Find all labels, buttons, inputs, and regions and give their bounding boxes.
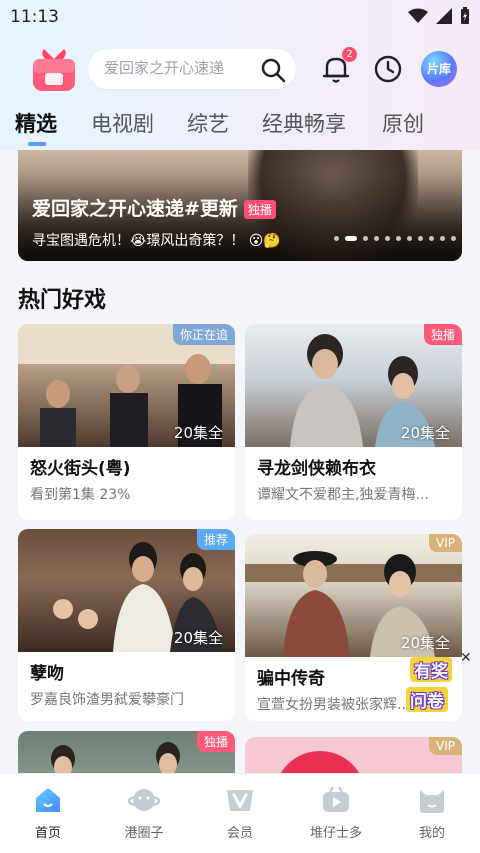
drama-card[interactable]: 推荐 20集全 孽吻 罗嘉良饰渣男弑爱攀豪门 [18, 529, 235, 721]
promo-line-1: 有奖 [410, 657, 452, 682]
drama-thumbnail: 独播 20集全 [245, 324, 462, 447]
drama-thumbnail: 你正在追 20集全 [18, 324, 235, 447]
search-bar[interactable] [88, 49, 296, 89]
drama-title: 孽吻 [30, 664, 64, 684]
nav-hk-circle[interactable]: 港圈子 [104, 784, 184, 841]
card-tag: 你正在追 [172, 324, 235, 345]
notification-badge: 2 [342, 47, 357, 62]
episode-count: 20集全 [173, 424, 223, 442]
episode-count: 20集全 [400, 634, 450, 652]
planet-icon [128, 789, 160, 811]
carousel-dot [429, 236, 434, 241]
battery-icon [461, 7, 469, 24]
banner-title-text: 爱回家之开心速递#更新 [32, 198, 238, 220]
nav-label: 堆仔士多 [309, 826, 362, 841]
carousel-dot [363, 236, 368, 241]
drama-title: 骗中传奇 [257, 669, 325, 689]
search-icon[interactable] [260, 57, 286, 87]
carousel-dot [396, 236, 401, 241]
drama-thumbnail: 推荐 20集全 [18, 529, 235, 652]
tab-variety[interactable]: 综艺 [187, 108, 229, 138]
nav-home[interactable]: 首页 [8, 784, 88, 841]
card-tag: 独播 [196, 731, 235, 752]
carousel-dot [440, 236, 445, 241]
carousel-dot [334, 236, 339, 241]
promo-close-icon[interactable]: ✕ [460, 650, 472, 666]
bottom-navigation: 首页 港圈子 会员 堆仔士多 我的 [0, 773, 480, 853]
drama-card[interactable]: 你正在追 20集全 怒火街头(粤) 看到第1集 23% [18, 324, 235, 520]
drama-card[interactable]: 独播 20集全 寻龙剑侠赖布衣 谭耀文不爱郡主,独爱青梅... [245, 324, 462, 520]
status-time: 11:13 [10, 7, 59, 27]
carousel-dot [385, 236, 390, 241]
drama-subtitle: 看到第1集 23% [30, 487, 131, 503]
carousel-dot [418, 236, 423, 241]
tab-tv-drama[interactable]: 电视剧 [91, 108, 154, 138]
card-tag: 独播 [423, 324, 462, 345]
app-logo-icon[interactable] [31, 47, 77, 93]
drama-title: 怒火街头(粤) [30, 459, 131, 479]
carousel-indicator [334, 236, 456, 241]
banner-subtitle: 寻宝图遇危机！😭璟风出奇策？！ 😮🤔 [32, 233, 281, 249]
library-button[interactable]: 片库 [421, 51, 457, 87]
profile-cat-icon [420, 790, 444, 813]
episode-count: 20集全 [173, 629, 223, 647]
home-icon [36, 788, 60, 812]
episode-count: 20集全 [400, 424, 450, 442]
status-icons [408, 7, 470, 25]
card-tag: VIP [429, 534, 462, 552]
nav-label: 会员 [226, 826, 253, 841]
category-tabs: 精选 电视剧 综艺 经典畅享 原创 [0, 108, 480, 148]
nav-label: 我的 [418, 826, 445, 841]
search-input[interactable] [104, 59, 254, 77]
nav-store[interactable]: 堆仔士多 [296, 784, 376, 841]
drama-thumbnail: VIP 20集全 [245, 534, 462, 657]
tab-original[interactable]: 原创 [382, 108, 424, 138]
tab-classics[interactable]: 经典畅享 [262, 108, 346, 138]
tab-featured[interactable]: 精选 [15, 108, 57, 138]
nav-label: 港圈子 [124, 826, 164, 841]
drama-title: 寻龙剑侠赖布衣 [257, 459, 376, 479]
card-tag: VIP [429, 737, 462, 755]
promo-line-2: 问卷 [406, 687, 448, 712]
wifi-icon [408, 8, 428, 23]
tab-indicator [28, 142, 46, 146]
carousel-dot [451, 236, 456, 241]
carousel-dot [407, 236, 412, 241]
banner-title: 爱回家之开心速递#更新 独播 [32, 194, 276, 221]
status-bar: 11:13 [0, 0, 480, 34]
carousel-dot [345, 236, 357, 241]
vip-icon [227, 790, 253, 811]
featured-banner[interactable]: 爱回家之开心速递#更新 独播 寻宝图遇危机！😭璟风出奇策？！ 😮🤔 [18, 150, 462, 261]
nav-label: 首页 [34, 826, 61, 841]
nav-membership[interactable]: 会员 [200, 784, 280, 841]
signal-icon [436, 8, 452, 24]
nav-profile[interactable]: 我的 [392, 784, 472, 841]
history-clock-icon[interactable] [373, 54, 403, 84]
drama-subtitle: 罗嘉良饰渣男弑爱攀豪门 [30, 692, 184, 708]
section-title: 热门好戏 [18, 288, 107, 313]
play-store-icon [323, 786, 349, 812]
banner-exclusive-badge: 独播 [243, 200, 276, 219]
card-tag: 推荐 [196, 529, 235, 550]
drama-subtitle: 谭耀文不爱郡主,独爱青梅... [257, 487, 429, 503]
carousel-dot [374, 236, 379, 241]
